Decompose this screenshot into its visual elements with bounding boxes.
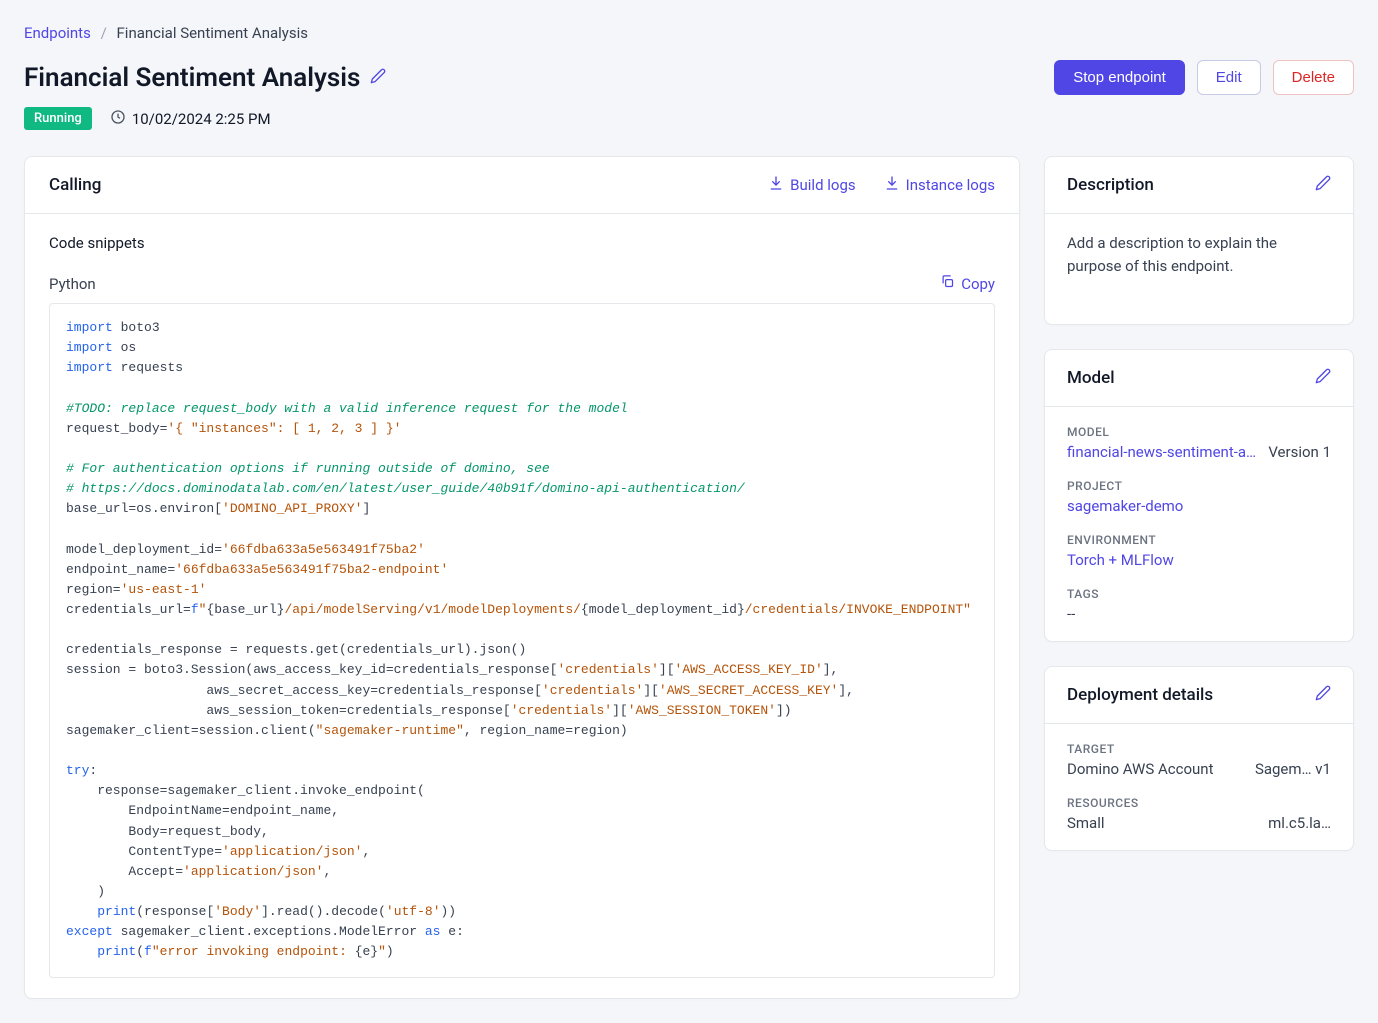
calling-card: Calling Build logs Instance logs Code sn… bbox=[24, 156, 1020, 999]
resources-instance: ml.c5.la… bbox=[1268, 814, 1331, 832]
resources-label: RESOURCES bbox=[1067, 796, 1331, 810]
resources-size: Small bbox=[1067, 814, 1256, 832]
timestamp: 10/02/2024 2:25 PM bbox=[110, 109, 271, 129]
page-title: Financial Sentiment Analysis bbox=[24, 63, 360, 93]
timestamp-text: 10/02/2024 2:25 PM bbox=[132, 110, 271, 128]
description-title: Description bbox=[1067, 175, 1154, 195]
breadcrumb-current: Financial Sentiment Analysis bbox=[117, 24, 309, 42]
deployment-card: Deployment details TARGET Domino AWS Acc… bbox=[1044, 666, 1354, 851]
clock-icon bbox=[110, 109, 126, 129]
target-label: TARGET bbox=[1067, 742, 1331, 756]
copy-label: Copy bbox=[961, 275, 995, 293]
stop-endpoint-button[interactable]: Stop endpoint bbox=[1054, 60, 1185, 95]
tags-value: -- bbox=[1067, 605, 1331, 623]
copy-icon bbox=[940, 274, 955, 293]
edit-deployment-icon[interactable] bbox=[1315, 685, 1331, 705]
build-logs-label: Build logs bbox=[790, 176, 855, 194]
copy-button[interactable]: Copy bbox=[940, 274, 995, 293]
edit-description-icon[interactable] bbox=[1315, 175, 1331, 195]
download-icon bbox=[768, 175, 784, 195]
description-card: Description Add a description to explain… bbox=[1044, 156, 1354, 325]
deployment-title: Deployment details bbox=[1067, 685, 1213, 705]
model-card: Model MODEL financial-news-sentiment-an…… bbox=[1044, 349, 1354, 642]
model-name-link[interactable]: financial-news-sentiment-an… bbox=[1067, 443, 1256, 461]
edit-button[interactable]: Edit bbox=[1197, 60, 1261, 95]
environment-link[interactable]: Torch + MLFlow bbox=[1067, 551, 1331, 569]
status-badge: Running bbox=[24, 107, 92, 130]
breadcrumb-root[interactable]: Endpoints bbox=[24, 24, 91, 42]
model-label: MODEL bbox=[1067, 425, 1331, 439]
tags-label: TAGS bbox=[1067, 587, 1331, 601]
action-buttons: Stop endpoint Edit Delete bbox=[1054, 60, 1354, 95]
calling-title: Calling bbox=[49, 175, 101, 195]
instance-logs-label: Instance logs bbox=[906, 176, 995, 194]
project-label: PROJECT bbox=[1067, 479, 1331, 493]
model-title: Model bbox=[1067, 368, 1115, 388]
environment-label: ENVIRONMENT bbox=[1067, 533, 1331, 547]
code-snippet[interactable]: import boto3 import os import requests #… bbox=[49, 303, 995, 978]
edit-model-icon[interactable] bbox=[1315, 368, 1331, 388]
instance-logs-link[interactable]: Instance logs bbox=[884, 175, 995, 195]
breadcrumb: Endpoints / Financial Sentiment Analysis bbox=[24, 24, 1354, 42]
target-version: Sagem… v1 bbox=[1255, 760, 1331, 778]
breadcrumb-sep: / bbox=[101, 24, 107, 42]
build-logs-link[interactable]: Build logs bbox=[768, 175, 855, 195]
description-placeholder: Add a description to explain the purpose… bbox=[1067, 232, 1331, 277]
code-snippets-label: Code snippets bbox=[49, 234, 995, 252]
delete-button[interactable]: Delete bbox=[1273, 60, 1354, 95]
download-icon bbox=[884, 175, 900, 195]
edit-title-icon[interactable] bbox=[370, 68, 386, 88]
target-account: Domino AWS Account bbox=[1067, 760, 1243, 778]
model-version: Version 1 bbox=[1268, 443, 1331, 461]
language-label: Python bbox=[49, 275, 96, 293]
project-link[interactable]: sagemaker-demo bbox=[1067, 497, 1331, 515]
